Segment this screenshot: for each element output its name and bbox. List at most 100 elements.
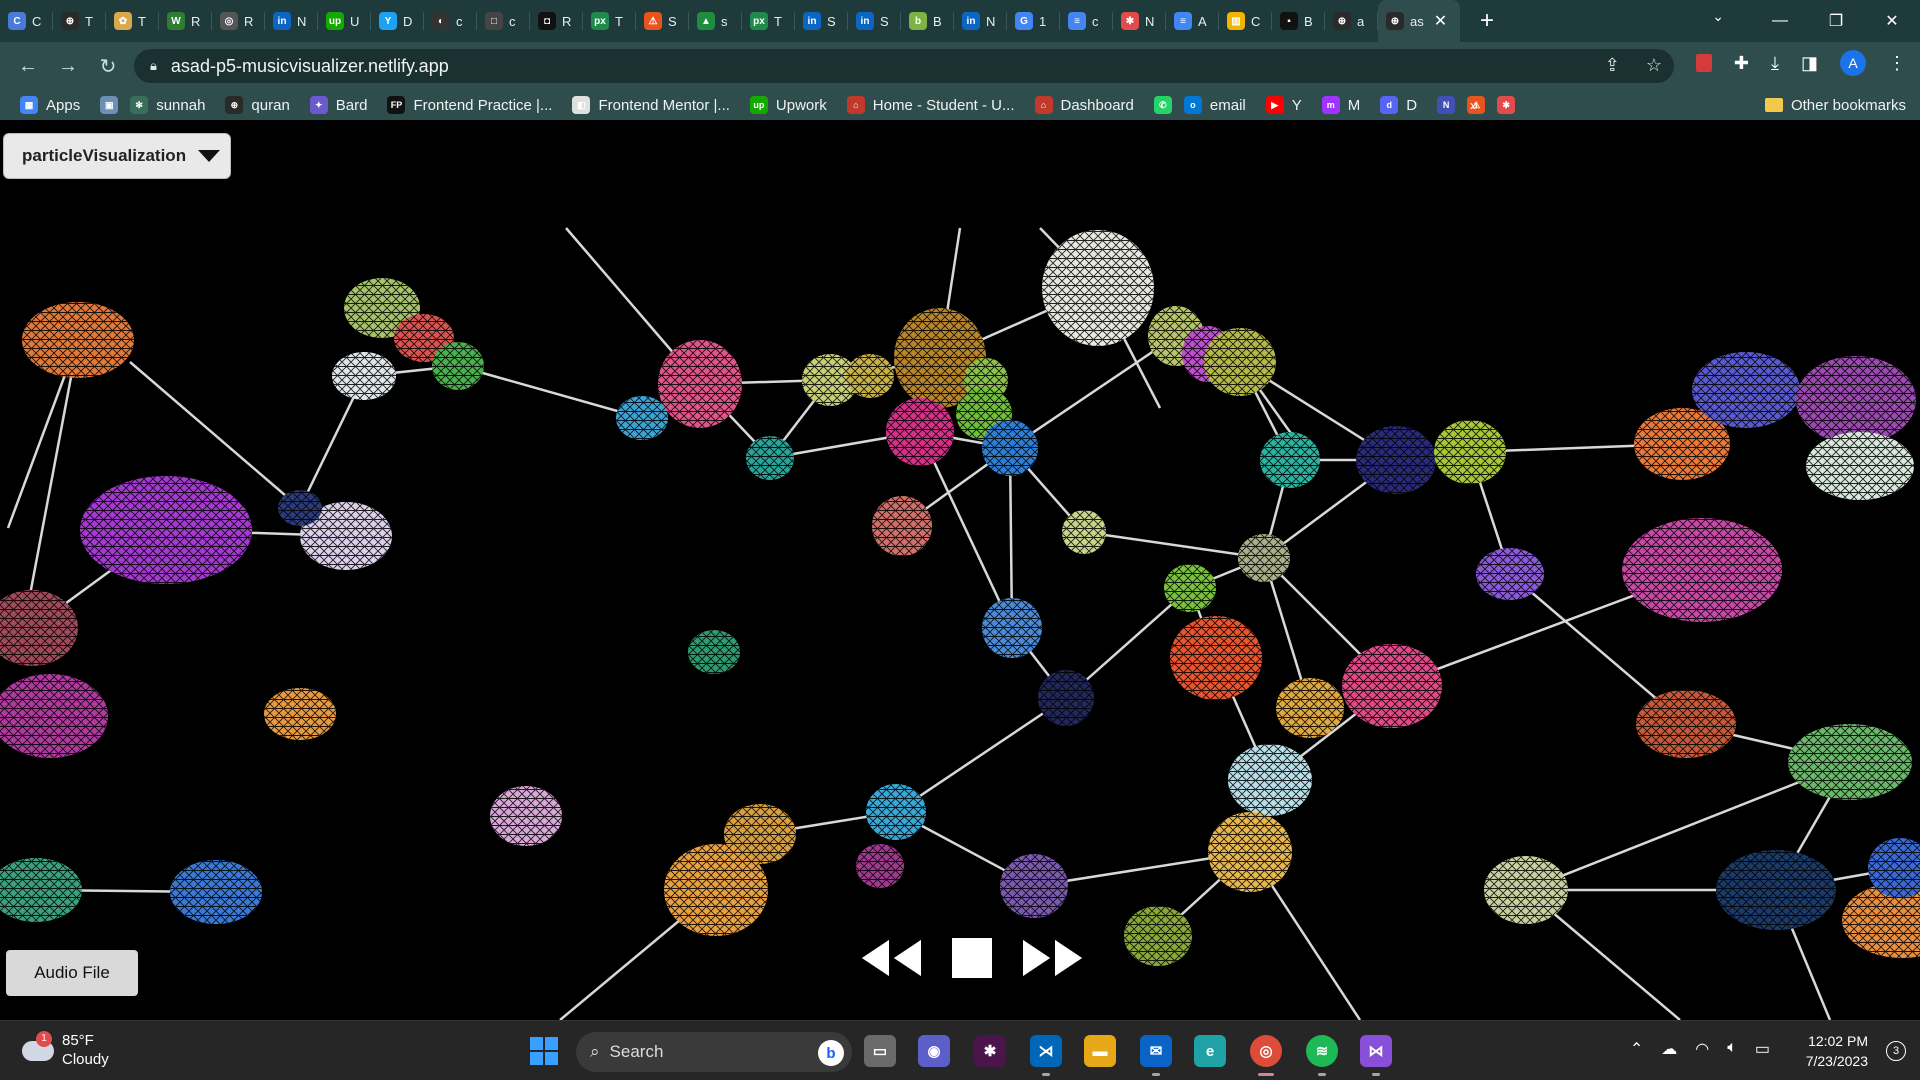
bookmark-favicon-icon: ✻: [130, 96, 149, 114]
chat-icon[interactable]: ◉: [918, 1035, 950, 1067]
browser-tab[interactable]: □ c: [477, 0, 530, 42]
browser-tab[interactable]: up U: [318, 0, 371, 42]
browser-tab[interactable]: CC: [0, 0, 53, 42]
puzzle-icon[interactable]: ✚: [1734, 53, 1749, 74]
tab-search-button[interactable]: ⌄: [1712, 8, 1724, 25]
bookmark-item[interactable]: ⌂ Home - Student - U...: [846, 96, 1015, 114]
browser-tab[interactable]: ⚠ S: [636, 0, 689, 42]
audio-file-button[interactable]: Audio File: [6, 950, 138, 996]
particle-sphere: [1038, 670, 1094, 726]
wifi-icon[interactable]: ◠: [1695, 1039, 1709, 1059]
bing-icon[interactable]: b: [818, 1040, 844, 1066]
visualization-select[interactable]: particleVisualization: [3, 133, 231, 179]
bookmark-item[interactable]: N: [1437, 96, 1456, 114]
side-panel-icon[interactable]: ◨: [1801, 53, 1818, 74]
volume-icon[interactable]: 🔈︎: [1727, 1039, 1737, 1059]
browser-tab[interactable]: ✱ N: [1113, 0, 1166, 42]
bookmark-item[interactable]: ✱: [1497, 96, 1516, 114]
close-tab-icon[interactable]: ✕: [1434, 11, 1447, 31]
vscode-icon[interactable]: ⋊: [1030, 1035, 1062, 1067]
restore-button[interactable]: ❐: [1808, 11, 1864, 31]
browser-tab[interactable]: ≡ A: [1166, 0, 1219, 42]
browser-tab[interactable]: ▲ s: [689, 0, 742, 42]
address-bar[interactable]: 🔒︎ asad-p5-musicvisualizer.netlify.app ⇪…: [134, 49, 1674, 83]
browser-tab[interactable]: in S: [795, 0, 848, 42]
onedrive-icon[interactable]: ☁: [1661, 1039, 1677, 1059]
avatar[interactable]: A: [1840, 50, 1866, 76]
browser-tab[interactable]: in N: [954, 0, 1007, 42]
mail-icon[interactable]: ✉: [1140, 1035, 1172, 1067]
bookmark-item[interactable]: ✆: [1153, 96, 1172, 114]
chevron-up-icon[interactable]: ⌃: [1630, 1039, 1643, 1059]
bookmark-item[interactable]: ▦ Apps: [20, 96, 80, 114]
minimize-button[interactable]: —: [1752, 12, 1808, 30]
particle-visualization-canvas[interactable]: [0, 128, 1920, 1020]
back-button[interactable]: ←: [8, 55, 48, 78]
bookmark-label: email: [1209, 96, 1246, 114]
lock-icon[interactable]: 🔒︎: [150, 58, 157, 74]
particle-sphere: [490, 786, 562, 846]
reload-button[interactable]: ↻: [88, 54, 128, 79]
browser-tab[interactable]: ◎ R: [212, 0, 265, 42]
share-icon[interactable]: ⇪: [1605, 55, 1620, 76]
bookmark-item[interactable]: dD: [1380, 96, 1417, 114]
windows-start-icon[interactable]: [528, 1035, 560, 1067]
fast-forward-icon[interactable]: [1020, 936, 1086, 980]
task-view-icon[interactable]: ▭: [864, 1035, 896, 1067]
bookmark-item[interactable]: ▣: [100, 96, 119, 114]
visual-studio-icon[interactable]: ⋈: [1360, 1035, 1392, 1067]
browser-tab[interactable]: G1: [1007, 0, 1060, 42]
download-icon[interactable]: ⤓: [1771, 53, 1779, 74]
browser-tab[interactable]: ▥ C: [1219, 0, 1272, 42]
browser-tab[interactable]: ▪ B: [1272, 0, 1325, 42]
particle-spheres: [0, 230, 1920, 966]
browser-tab[interactable]: bB: [901, 0, 954, 42]
new-tab-button[interactable]: +: [1472, 7, 1502, 35]
bookmark-item[interactable]: ✻ sunnah: [130, 96, 205, 114]
browser-tab[interactable]: ≡ c: [1060, 0, 1113, 42]
menu-dots-icon[interactable]: ⋮: [1888, 53, 1906, 74]
notification-badge[interactable]: 3: [1886, 1041, 1906, 1061]
slack-icon[interactable]: ✱: [974, 1035, 1006, 1067]
extension-icon[interactable]: [1695, 54, 1712, 72]
bookmark-favicon-icon: m: [1321, 96, 1340, 114]
browser-tab[interactable]: in S: [848, 0, 901, 42]
bookmark-item[interactable]: ⊕ quran: [225, 96, 290, 114]
browser-tab[interactable]: ◐ c: [424, 0, 477, 42]
rewind-icon[interactable]: [858, 936, 924, 980]
browser-tab[interactable]: YD: [371, 0, 424, 42]
bookmark-item[interactable]: ▶ Y: [1265, 96, 1302, 114]
browser-tab[interactable]: ⊕ a: [1325, 0, 1378, 42]
browser-tab[interactable]: ✿ T: [106, 0, 159, 42]
bookmark-item[interactable]: o email: [1183, 96, 1246, 114]
bookmark-item[interactable]: ✦ Bard: [309, 96, 367, 114]
bookmark-item[interactable]: ⌂ Dashboard: [1034, 96, 1134, 114]
spotify-icon[interactable]: ≋: [1306, 1035, 1338, 1067]
taskbar-search[interactable]: ⌕ Search b: [576, 1032, 852, 1072]
edge-icon[interactable]: e: [1194, 1035, 1226, 1067]
tab-favicon-icon: in: [273, 12, 291, 30]
bookmark-item[interactable]: up Upwork: [749, 96, 827, 114]
battery-icon[interactable]: ▭: [1755, 1039, 1770, 1059]
clock[interactable]: 12:02 PM 7/23/2023: [1806, 1031, 1868, 1071]
other-bookmarks[interactable]: Other bookmarks: [1764, 97, 1906, 114]
browser-tab[interactable]: ⊕ T: [53, 0, 106, 42]
weather-widget[interactable]: 1 85°F Cloudy: [22, 1031, 109, 1069]
bookmark-item[interactable]: FP Frontend Practice |...: [387, 96, 552, 114]
tab-label: s: [721, 13, 728, 29]
forward-button[interactable]: →: [48, 55, 88, 78]
browser-tab[interactable]: px T: [583, 0, 636, 42]
active-tab[interactable]: ⊕ as ✕: [1378, 0, 1460, 42]
bookmark-star-icon[interactable]: ☆: [1646, 55, 1662, 76]
browser-tab[interactable]: WR: [159, 0, 212, 42]
file-explorer-icon[interactable]: ▬: [1084, 1035, 1116, 1067]
stop-icon[interactable]: [950, 936, 994, 980]
browser-tab[interactable]: in N: [265, 0, 318, 42]
browser-tab[interactable]: ◘ R: [530, 0, 583, 42]
bookmark-item[interactable]: mM: [1321, 96, 1360, 114]
browser-tab[interactable]: px T: [742, 0, 795, 42]
more-bookmarks-button[interactable]: »: [1470, 97, 1478, 114]
bookmark-item[interactable]: ◧ Frontend Mentor |...: [572, 96, 730, 114]
close-window-button[interactable]: ✕: [1864, 11, 1920, 31]
chrome-icon[interactable]: ◎: [1250, 1035, 1282, 1067]
